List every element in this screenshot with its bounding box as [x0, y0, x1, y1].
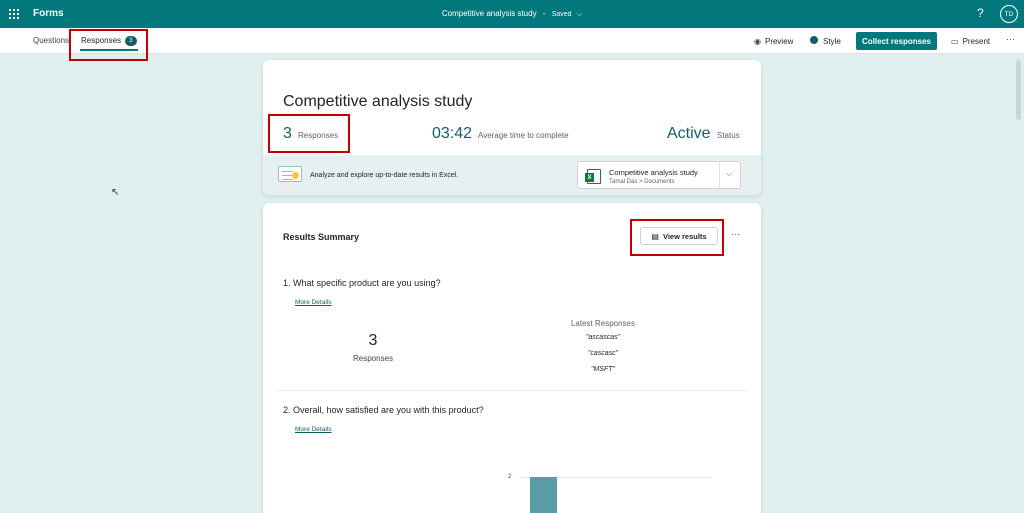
- excel-file-name: Competitive analysis study: [609, 168, 698, 177]
- highlight-responses-tab: [69, 29, 148, 61]
- question-1-title: 1. What specific product are you using?: [283, 278, 441, 288]
- preview-label: Preview: [764, 37, 794, 46]
- results-summary-title: Results Summary: [283, 232, 360, 242]
- tab-questions[interactable]: Questions: [33, 36, 69, 45]
- more-options-icon[interactable]: ···: [731, 229, 740, 239]
- style-label: Style: [823, 37, 841, 46]
- latest-response-item: "cascasc": [587, 350, 619, 357]
- help-icon[interactable]: ?: [977, 6, 984, 20]
- question-divider: [277, 390, 747, 391]
- chart-y-tick-label: 2: [508, 474, 512, 480]
- form-title: Competitive analysis study: [283, 93, 473, 110]
- mouse-cursor-icon: ↖: [111, 187, 120, 198]
- style-button[interactable]: Style: [810, 35, 841, 46]
- avg-time-label: Average time to complete: [478, 131, 569, 140]
- question-1-response-label: Responses: [352, 354, 394, 363]
- document-title[interactable]: Competitive analysis study: [442, 9, 537, 18]
- page-scrollbar[interactable]: [1016, 60, 1021, 120]
- top-bar: Forms Competitive analysis study - Saved…: [0, 0, 1024, 28]
- latest-response-item: "ascascas": [585, 334, 621, 341]
- chart-bar[interactable]: [530, 477, 557, 513]
- excel-file-path: Tamal Das > Documents: [609, 179, 675, 185]
- highlight-view-results: [630, 219, 724, 256]
- spreadsheet-icon: [278, 166, 302, 182]
- status-value: Active: [667, 125, 711, 142]
- command-bar: Questions Responses 3 ◉ Preview Style Col…: [0, 28, 1024, 54]
- excel-file-link[interactable]: X Competitive analysis study Tamal Das >…: [577, 161, 741, 189]
- chevron-down-icon[interactable]: ⌵: [577, 11, 582, 18]
- collect-responses-button[interactable]: Collect responses: [856, 32, 937, 50]
- question-2-title: 2. Overall, how satisfied are you with t…: [283, 405, 484, 415]
- avatar[interactable]: TD: [1000, 5, 1018, 23]
- palette-icon: [810, 35, 818, 44]
- title-separator: -: [542, 9, 546, 18]
- document-title-area[interactable]: Competitive analysis study - Saved ⌵: [0, 9, 1024, 19]
- highlight-responses-count: [268, 114, 350, 153]
- question-1-more-details-link[interactable]: More Details: [295, 299, 331, 306]
- eye-icon: ◉: [754, 37, 761, 46]
- avg-time: 03:42: [432, 125, 473, 142]
- file-divider: [719, 162, 720, 188]
- latest-responses-title: Latest Responses: [570, 319, 636, 328]
- more-options-icon[interactable]: ···: [1006, 34, 1015, 44]
- present-label: Present: [962, 37, 991, 46]
- saved-status: Saved: [551, 11, 572, 18]
- preview-button[interactable]: ◉ Preview: [754, 37, 793, 46]
- status-label: Status: [717, 131, 740, 140]
- question-1-response-count: 3: [368, 332, 378, 349]
- monitor-icon: ▭: [951, 37, 959, 46]
- excel-description: Analyze and explore up-to-date results i…: [310, 172, 459, 179]
- excel-icon: X: [585, 169, 601, 184]
- present-button[interactable]: ▭ Present: [951, 37, 990, 46]
- chevron-down-icon[interactable]: ⌵: [726, 169, 732, 179]
- question-2-more-details-link[interactable]: More Details: [295, 426, 331, 433]
- excel-strip: Analyze and explore up-to-date results i…: [263, 155, 761, 195]
- latest-response-item: "MSFT": [590, 366, 616, 373]
